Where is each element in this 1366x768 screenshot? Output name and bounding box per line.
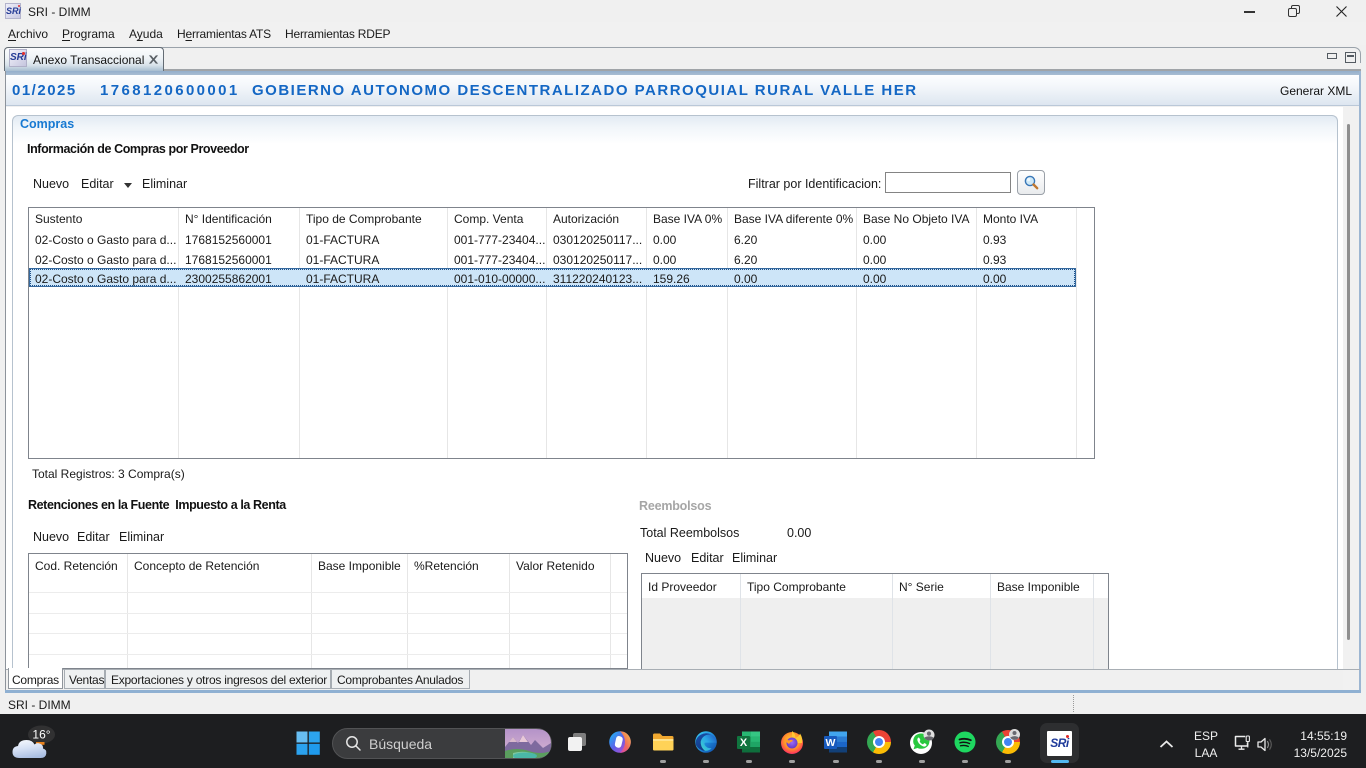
svg-text:X: X xyxy=(740,737,748,749)
svg-text:W: W xyxy=(826,737,836,749)
svg-text:16°: 16° xyxy=(32,728,50,742)
